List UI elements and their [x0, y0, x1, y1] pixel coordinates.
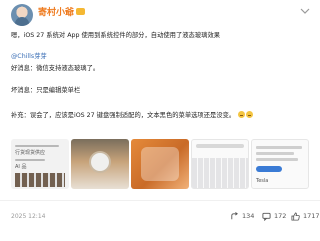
post-text-line-3: 好消息：微信支持液态玻璃了。: [11, 65, 100, 72]
image-caption: Tesla: [256, 178, 269, 184]
chevron-down-icon: [300, 8, 310, 14]
image-text-line: [15, 159, 45, 161]
gallery-image-5[interactable]: Tesla: [251, 139, 309, 189]
product-image: [91, 153, 109, 171]
post-text-line-2: @Chills芽芽: [11, 52, 311, 61]
glass-panel-image: [141, 147, 179, 181]
post-text-line-5: 补充：误会了，应该是iOS 27 键盘强制适配的，文本黑色的菜单选项还是没变。: [11, 111, 311, 120]
gallery-image-4[interactable]: [191, 139, 249, 189]
author-name[interactable]: 寄村小爺: [38, 5, 86, 18]
post-date: 2025 12:14: [11, 213, 46, 220]
post-text-5: 补充：误会了，应该是iOS 27 键盘强制适配的，文本黑色的菜单选项还是没变。: [11, 112, 236, 119]
image-caption: AI 品: [15, 164, 27, 170]
mention-link[interactable]: @Chills芽芽: [11, 53, 47, 60]
more-options-button[interactable]: [296, 4, 314, 18]
text-row: [256, 158, 298, 161]
like-count: 1717: [303, 212, 320, 220]
comment-icon: [262, 212, 271, 221]
post-footer: 2025 12:14 134 172 1717: [0, 200, 320, 241]
image-text-line: [15, 145, 59, 147]
comment-button[interactable]: 172: [262, 209, 286, 223]
gallery-image-3[interactable]: [131, 139, 189, 189]
comment-count: 172: [274, 212, 287, 220]
laugh-emoji-icon: [238, 111, 246, 118]
avatar[interactable]: [11, 4, 33, 26]
laugh-emoji-icon: [246, 111, 254, 118]
text-bar: [196, 144, 244, 148]
like-button[interactable]: 1717: [291, 209, 320, 223]
thumbs-up-icon: [291, 211, 300, 221]
text-row: [256, 152, 294, 155]
author-name-text[interactable]: 寄村小爺: [38, 8, 74, 18]
image-caption: 行货现货供应: [15, 150, 46, 156]
repost-button[interactable]: 134: [230, 209, 254, 223]
post-header: 寄村小爺: [0, 0, 320, 30]
post-text-line-1: 嗯，iOS 27 系统对 App 使用到系统控件的部分，自动使用了液态玻璃效果: [11, 31, 311, 40]
bottles-image: [15, 173, 65, 187]
post-text-1: 嗯，iOS 27 系统对 App 使用到系统控件的部分，自动使用了液态玻璃效果: [11, 32, 221, 39]
share-icon: [231, 211, 238, 219]
post-text-line-4: 坏消息：只是编辑菜单栏: [11, 87, 81, 94]
gallery-image-2[interactable]: [71, 139, 129, 189]
gallery-image-1[interactable]: 行货现货供应 AI 品: [11, 139, 69, 189]
repost-count: 134: [242, 212, 255, 220]
vip-badge-icon: [76, 8, 86, 15]
keyboard-image: [192, 158, 248, 188]
image-gallery: 行货现货供应 AI 品 Tesla: [11, 139, 311, 189]
text-row: [256, 146, 302, 149]
menu-pill: [256, 166, 282, 172]
